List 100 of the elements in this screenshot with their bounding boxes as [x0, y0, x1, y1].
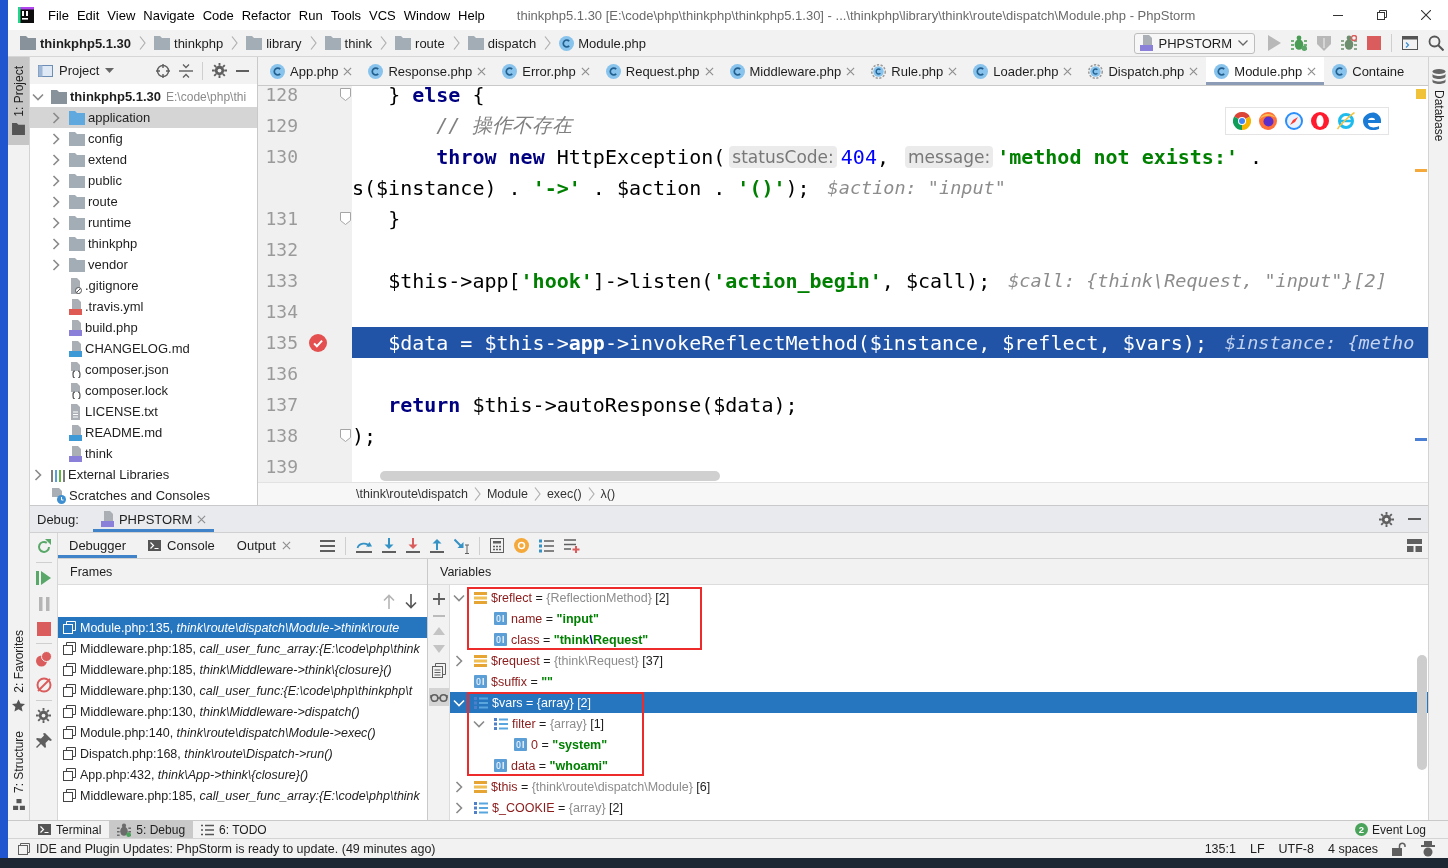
tree-item[interactable]: config	[30, 128, 257, 149]
browser-icon[interactable]	[1363, 112, 1381, 130]
app-logo-icon[interactable]	[18, 7, 34, 23]
fold-icon[interactable]	[339, 212, 351, 225]
run-icon[interactable]	[1267, 35, 1281, 51]
tool-window-tab[interactable]: Database	[1429, 57, 1448, 152]
fold-icon[interactable]	[339, 88, 351, 101]
hat-icon[interactable]	[1420, 840, 1436, 857]
numbered-list-icon[interactable]	[538, 538, 554, 553]
tree-item[interactable]: route	[30, 191, 257, 212]
browser-icon[interactable]	[1311, 112, 1329, 130]
editor-tab[interactable]: Request.php	[597, 57, 722, 85]
collapse-icon[interactable]	[179, 63, 193, 78]
breadcrumb-item[interactable]: \think\route\dispatch	[356, 487, 468, 501]
tree-item[interactable]: public	[30, 170, 257, 191]
breadcrumb-item[interactable]: λ()	[600, 487, 616, 501]
minimize-icon[interactable]	[236, 69, 249, 72]
status-message[interactable]: IDE and Plugin Updates: PhpStorm is ready to update. (49 minutes ago)	[36, 841, 436, 856]
editor-tab[interactable]: Error.php	[494, 57, 598, 85]
bug-icon[interactable]	[1341, 35, 1357, 51]
variable-item[interactable]: $request = {think\Request} [37]	[450, 650, 1428, 671]
breadcrumb-item[interactable]: dispatch	[465, 35, 539, 51]
editor-tab[interactable]: Middleware.php	[721, 57, 864, 85]
chevron-icon[interactable]	[51, 216, 60, 229]
tree-item[interactable]: build.php	[30, 317, 257, 338]
restore-icon[interactable]	[1377, 10, 1387, 20]
menu-item[interactable]: Help	[454, 4, 489, 26]
editor-tab[interactable]: Containe	[1324, 57, 1413, 85]
breadcrumb-item[interactable]: think	[322, 35, 375, 51]
stack-frame[interactable]: App.php:432, think\App->think\{closure}()	[58, 764, 427, 785]
tree-item[interactable]: CHANGELOG.md	[30, 338, 257, 359]
tree-item[interactable]: runtime	[30, 212, 257, 233]
variable-item[interactable]: $this = {think\route\dispatch\Module} [6]	[450, 776, 1428, 797]
tree-item[interactable]: composer.lock	[30, 380, 257, 401]
list-icon[interactable]	[319, 538, 335, 553]
chevron-icon[interactable]	[455, 780, 463, 793]
editor-tab[interactable]: Response.php	[360, 57, 495, 85]
editor-tab[interactable]: App.php	[262, 57, 361, 85]
tree-item[interactable]: thinkphp5.1.30 E:\code\php\thi	[30, 86, 257, 107]
arrow-down-icon[interactable]	[405, 593, 417, 609]
breadcrumb-item[interactable]: thinkphp	[152, 35, 226, 51]
arrow-up-icon[interactable]	[383, 593, 395, 609]
debug-session-tab[interactable]: PHPSTORM	[92, 506, 215, 532]
scrollbar-thumb[interactable]	[380, 471, 720, 481]
resume-icon[interactable]	[36, 570, 51, 586]
settings-icon[interactable]	[1379, 511, 1394, 527]
glasses-icon[interactable]	[428, 688, 449, 706]
tree-item[interactable]: application	[30, 107, 257, 128]
settings-icon[interactable]	[212, 63, 227, 78]
chevron-icon[interactable]	[33, 468, 42, 481]
layout-icon[interactable]	[1407, 539, 1422, 552]
settings-icon[interactable]	[36, 708, 51, 723]
debug-tab[interactable]: Console	[137, 533, 226, 558]
tree-item[interactable]: README.md	[30, 422, 257, 443]
tool-window-tab[interactable]: 1: Project	[8, 57, 29, 145]
scrollbar-thumb[interactable]	[1417, 655, 1427, 770]
force-step-into-icon[interactable]	[405, 538, 420, 553]
minus-icon[interactable]	[432, 615, 445, 617]
slashed-circle-icon[interactable]	[35, 677, 52, 693]
tool-window-tab[interactable]: 5: Debug	[109, 821, 194, 838]
window-icon[interactable]	[18, 842, 30, 855]
stack-frame[interactable]: Middleware.php:185, call_user_func_array:{E:\code\php\think	[58, 785, 427, 806]
tree-item[interactable]: thinkphp	[30, 233, 257, 254]
menu-item[interactable]: VCS	[365, 4, 400, 26]
window-icon[interactable]	[1402, 36, 1418, 50]
square-marker[interactable]	[1416, 89, 1426, 99]
variable-item[interactable]: name = "input"	[450, 608, 1428, 629]
bug-icon[interactable]	[1291, 35, 1307, 51]
circles-icon[interactable]	[35, 651, 52, 667]
calculator-icon[interactable]	[489, 538, 504, 553]
breadcrumb-item[interactable]: route	[393, 35, 447, 51]
breadcrumb-item[interactable]: Module.php	[557, 35, 649, 51]
menu-item[interactable]: View	[103, 4, 140, 26]
chevron-icon[interactable]	[31, 92, 44, 101]
chevron-icon[interactable]	[455, 654, 463, 667]
tree-item[interactable]: External Libraries	[30, 464, 257, 485]
breakpoint-icon[interactable]	[309, 333, 327, 352]
chevron-icon[interactable]	[453, 593, 465, 602]
plus-icon[interactable]	[432, 593, 445, 605]
chevron-icon[interactable]	[51, 153, 60, 166]
tool-window-tab[interactable]: 2: Favorites	[8, 621, 29, 722]
tree-item[interactable]: Scratches and Consoles	[30, 485, 257, 505]
editor-tab[interactable]: Rule.php	[863, 57, 966, 85]
circular-arrow-icon[interactable]	[35, 539, 52, 555]
status-item[interactable]: 4 spaces	[1327, 841, 1378, 856]
tree-item[interactable]: .travis.yml	[30, 296, 257, 317]
copy-icon[interactable]	[431, 663, 446, 678]
pause-icon[interactable]	[36, 596, 51, 612]
tree-item[interactable]: LICENSE.txt	[30, 401, 257, 422]
minimize-icon[interactable]	[1333, 14, 1343, 16]
browser-icon[interactable]	[1285, 112, 1303, 130]
crosshair-icon[interactable]	[156, 63, 170, 78]
editor-tab[interactable]: Dispatch.php	[1080, 57, 1207, 85]
tree-item[interactable]: extend	[30, 149, 257, 170]
menu-item[interactable]: Tools	[326, 4, 366, 26]
breadcrumb-item[interactable]: Module	[486, 487, 528, 501]
variable-item[interactable]: $vars = {array} [2]	[450, 692, 1428, 713]
breadcrumb-item[interactable]: thinkphp5.1.30	[18, 35, 134, 51]
debug-tab[interactable]: Output	[225, 533, 302, 558]
tree-item[interactable]: vendor	[30, 254, 257, 275]
